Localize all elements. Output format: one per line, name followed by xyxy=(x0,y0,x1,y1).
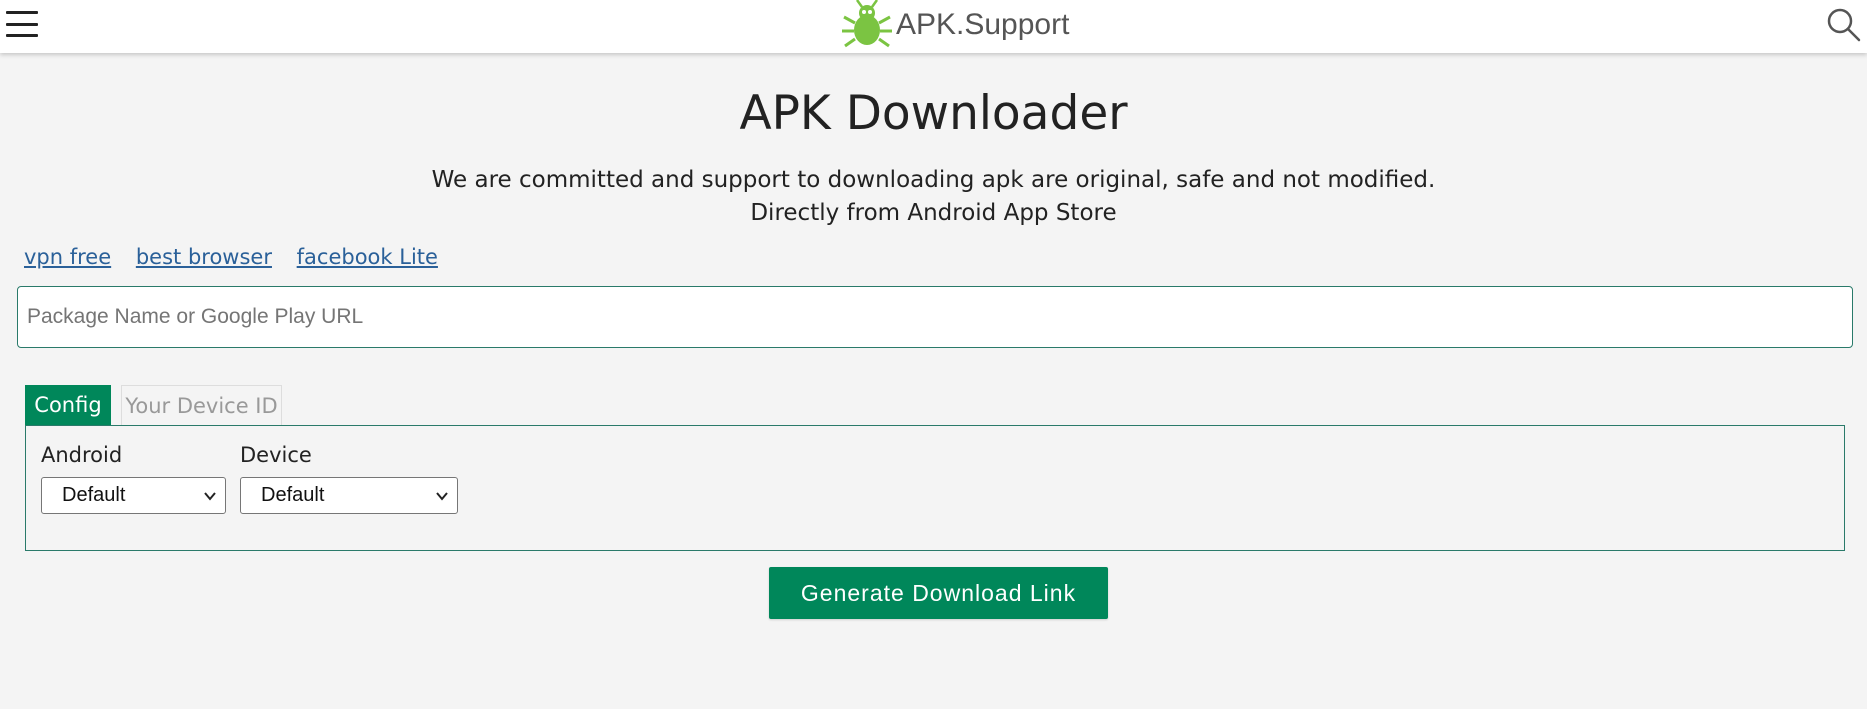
search-icon[interactable] xyxy=(1826,7,1862,43)
package-url-input[interactable] xyxy=(17,286,1853,348)
top-navbar: APK.Support xyxy=(0,0,1867,53)
chevron-down-icon xyxy=(204,492,216,501)
android-label: Android xyxy=(41,443,123,467)
link-vpn-free[interactable]: vpn free xyxy=(24,245,111,269)
device-select-value: Default xyxy=(261,484,325,506)
chevron-down-icon xyxy=(436,492,448,501)
tagline-line-1: We are committed and support to download… xyxy=(431,167,1436,193)
quick-links: vpn free best browser facebook Lite xyxy=(24,245,456,269)
device-label: Device xyxy=(240,443,312,467)
bug-logo-icon xyxy=(842,0,892,48)
tab-config[interactable]: Config xyxy=(25,385,111,425)
link-facebook-lite[interactable]: facebook Lite xyxy=(297,245,438,269)
tab-device-id[interactable]: Your Device ID xyxy=(121,385,282,425)
tagline-line-2: Directly from Android App Store xyxy=(750,200,1117,226)
device-select[interactable]: Default xyxy=(240,477,458,514)
page-title: APK Downloader xyxy=(739,86,1128,141)
android-select-value: Default xyxy=(62,484,126,506)
brand-logo-link[interactable]: APK.Support xyxy=(840,0,1069,50)
generate-download-link-button[interactable]: Generate Download Link xyxy=(769,567,1108,619)
hamburger-menu-icon[interactable] xyxy=(6,11,38,37)
link-best-browser[interactable]: best browser xyxy=(136,245,272,269)
android-version-select[interactable]: Default xyxy=(41,477,226,514)
brand-name: APK.Support xyxy=(896,8,1070,41)
page-tagline: We are committed and support to download… xyxy=(0,164,1867,230)
